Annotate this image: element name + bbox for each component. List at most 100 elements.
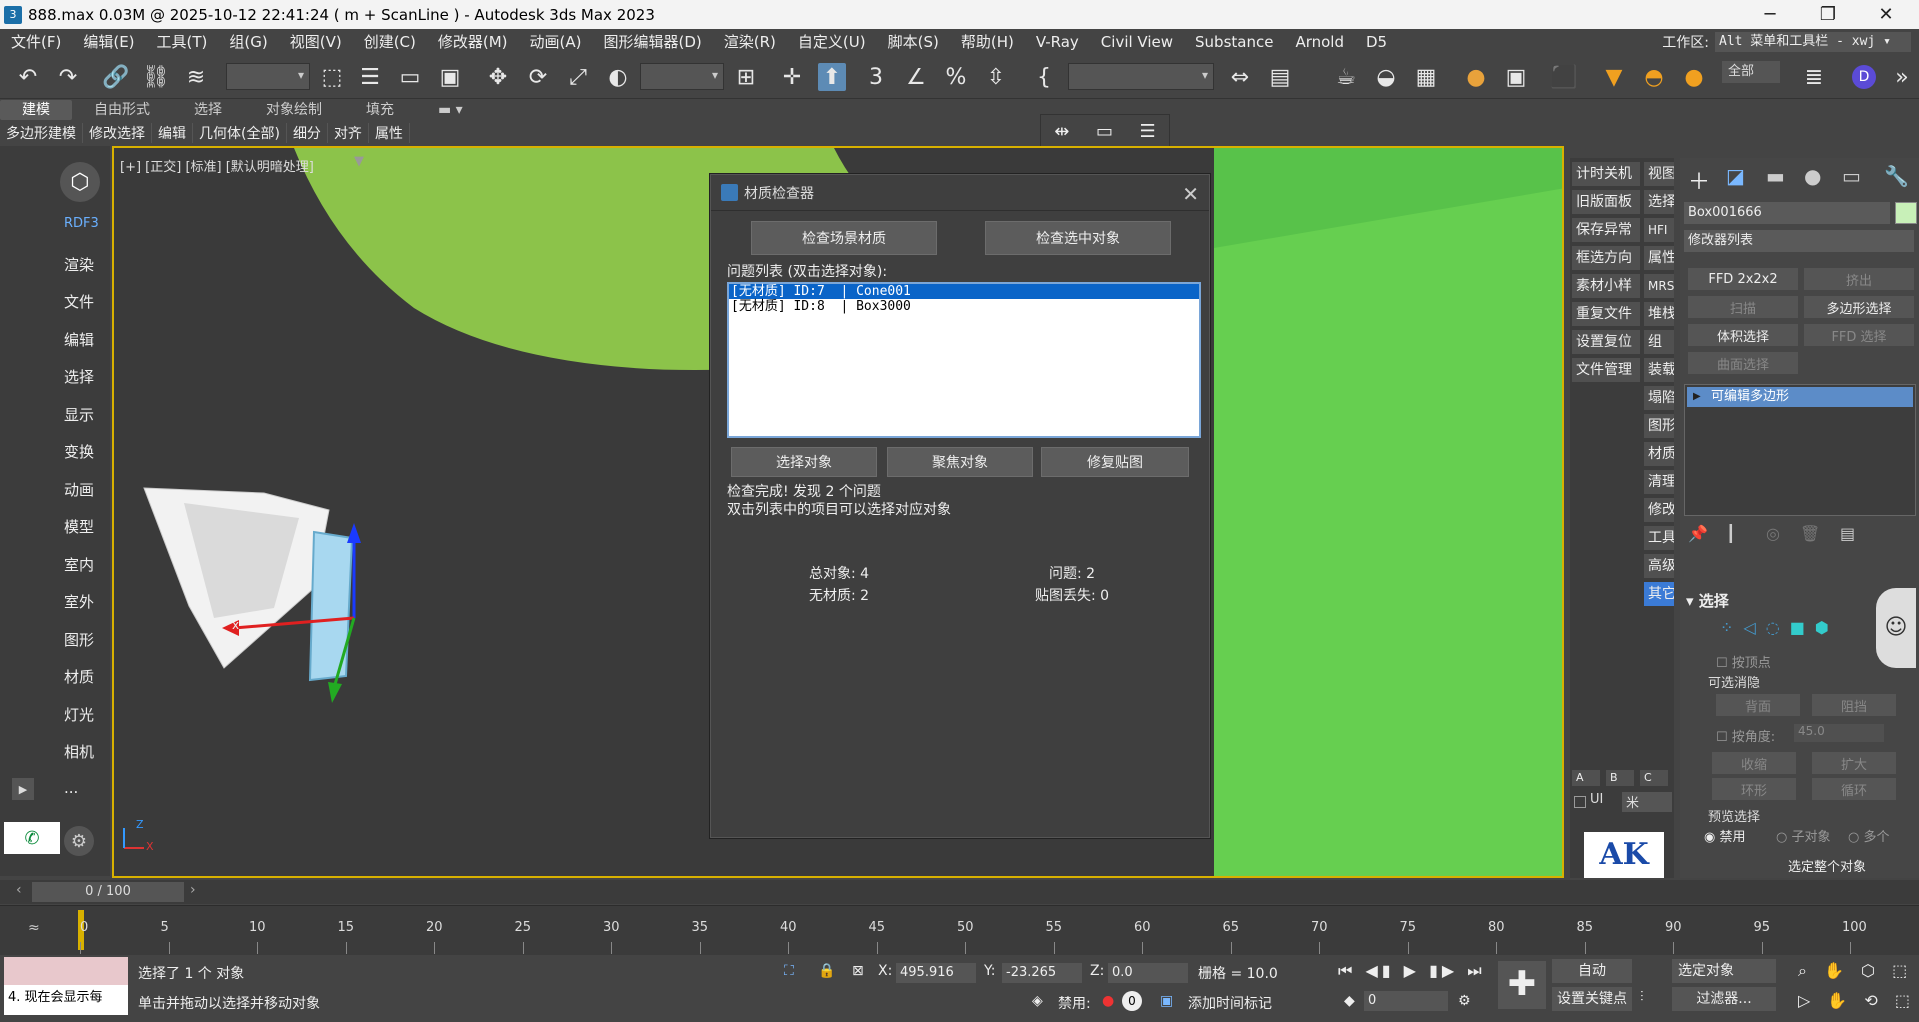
tab-populate[interactable]: 填充 <box>344 100 416 120</box>
selected-blue-box[interactable] <box>308 530 354 682</box>
angle-spinner[interactable]: 45.0 <box>1794 724 1884 742</box>
x-coord-field[interactable]: 495.916 <box>896 963 976 983</box>
ribbon-align[interactable]: 对齐 <box>328 123 369 143</box>
spinner-snap-icon[interactable]: ⇳ <box>982 63 1010 91</box>
menu-vray[interactable]: V-Ray <box>1025 33 1090 51</box>
surface-select-button[interactable]: 曲面选择 <box>1688 352 1798 374</box>
left-item-render[interactable]: 渲染 <box>64 254 94 275</box>
teapot-icon[interactable]: ☕ <box>1332 63 1360 91</box>
volume-select-button[interactable]: 体积选择 <box>1688 324 1798 346</box>
ribbon-subdivision[interactable]: 细分 <box>287 123 328 143</box>
strip-c-button[interactable]: C <box>1640 770 1668 786</box>
ruler-icon[interactable]: ▭ <box>1096 121 1113 142</box>
strip-file-manager[interactable]: 文件管理 <box>1572 358 1640 382</box>
ribbon-edit[interactable]: 编辑 <box>152 123 193 143</box>
expand-toolbar-icon[interactable]: » <box>1888 63 1916 91</box>
reference-coord-dropdown[interactable] <box>640 63 724 90</box>
set-key-button[interactable]: 设置关键点 <box>1552 987 1632 1011</box>
strip-view[interactable]: 视图 <box>1644 162 1674 186</box>
left-item-display[interactable]: 显示 <box>64 404 94 425</box>
vertex-level-icon[interactable]: ⁘ <box>1720 618 1733 640</box>
menu-help[interactable]: 帮助(H) <box>950 31 1025 52</box>
render-frame-icon[interactable]: ⬛ <box>1550 63 1578 91</box>
strip-b-button[interactable]: B <box>1606 770 1634 786</box>
stack-expand-icon[interactable]: ▶ <box>1693 391 1701 402</box>
add-time-tag[interactable]: 添加时间标记 <box>1188 993 1272 1013</box>
utilities-tab-icon[interactable]: 🔧 <box>1884 164 1909 188</box>
listener-input[interactable]: 4. 现在会显示每 <box>4 985 128 1011</box>
left-item-model[interactable]: 模型 <box>64 516 94 537</box>
menu-arnold[interactable]: Arnold <box>1284 33 1355 51</box>
left-item-transform[interactable]: 变换 <box>64 441 94 462</box>
track-bar[interactable]: ≈ 0 5 10 15 20 25 30 35 40 45 50 55 60 65 70 75 80 85 90 95… <box>0 905 1919 955</box>
list-item[interactable]: [无材质] ID:8 | Box3000 <box>729 299 1199 314</box>
check-scene-materials-button[interactable]: 检查场景材质 <box>751 221 937 255</box>
issue-list[interactable]: [无材质] ID:7 | Cone001 [无材质] ID:8 | Box300… <box>727 282 1201 438</box>
sweep-button[interactable]: 扫描 <box>1688 296 1798 318</box>
green-box[interactable] <box>1214 148 1564 878</box>
by-angle-checkbox[interactable]: ☐ 按角度: <box>1716 726 1775 745</box>
menu-scripting[interactable]: 脚本(S) <box>877 31 950 52</box>
dialog-close-icon[interactable]: ✕ <box>1182 182 1199 206</box>
maximize-button[interactable]: ❐ <box>1800 0 1856 29</box>
menu-modifiers[interactable]: 修改器(M) <box>427 31 519 52</box>
left-item-animation[interactable]: 动画 <box>64 479 94 500</box>
auto-key-button[interactable]: 自动 <box>1552 959 1632 983</box>
time-slider-prev-icon[interactable]: ‹ <box>16 882 22 898</box>
shrink-button[interactable]: 收缩 <box>1712 752 1796 774</box>
selection-rollout-title[interactable]: ▾ 选择 <box>1686 590 1729 611</box>
place-icon[interactable]: ◐ <box>604 63 632 91</box>
schematic-view-icon[interactable]: ▦ <box>1412 63 1440 91</box>
remove-modifier-icon[interactable]: 🗑 <box>1800 524 1820 543</box>
z-coord-field[interactable]: 0.0 <box>1108 963 1188 983</box>
ffd-select-button[interactable]: FFD 选择 <box>1804 324 1914 346</box>
preview-subobject-radio[interactable]: ○ 子对象 <box>1776 826 1831 845</box>
strip-tools[interactable]: 工具 <box>1644 526 1674 550</box>
strip-advanced[interactable]: 高级 <box>1644 554 1674 578</box>
dialog-title-bar[interactable]: 材质检查器 <box>711 175 1209 211</box>
border-level-icon[interactable]: ◌ <box>1766 618 1780 640</box>
tab-selection[interactable]: 选择 <box>172 100 244 120</box>
viewport-nav-bottom[interactable]: ▷ ✋ ⟲ ⬚ <box>1798 991 1916 1010</box>
edge-level-icon[interactable]: ◁ <box>1743 618 1755 640</box>
strip-hfi[interactable]: HFI <box>1644 218 1674 242</box>
current-frame-field[interactable]: 0 <box>1364 991 1448 1011</box>
snaps-icon[interactable]: 3 <box>862 63 890 91</box>
show-end-result-icon[interactable]: ┃ <box>1726 524 1736 543</box>
backface-button[interactable]: 背面 <box>1716 694 1800 716</box>
modify-tab-icon[interactable]: ◪ <box>1726 164 1745 188</box>
ring-button[interactable]: 环形 <box>1712 778 1796 800</box>
gizmo-z-arrow[interactable] <box>347 523 361 543</box>
menu-customize[interactable]: 自定义(U) <box>787 31 877 52</box>
left-item-exterior[interactable]: 室外 <box>64 591 94 612</box>
left-item-material[interactable]: 材质 <box>64 666 94 687</box>
menu-view[interactable]: 视图(V) <box>279 31 353 52</box>
menu-graph-editors[interactable]: 图形编辑器(D) <box>593 31 713 52</box>
modifier-list-dropdown[interactable]: 修改器列表 <box>1684 230 1914 252</box>
rotate-icon[interactable]: ⟳ <box>524 63 552 91</box>
material-editor-icon[interactable]: ● <box>1462 63 1490 91</box>
select-object-icon[interactable]: ⬚ <box>318 63 346 91</box>
render-lamp-icon[interactable]: ▼ <box>1600 63 1628 91</box>
unlink-icon[interactable]: ⛓ <box>142 63 170 91</box>
element-level-icon[interactable]: ⬢ <box>1815 618 1829 640</box>
left-item-interior[interactable]: 室内 <box>64 554 94 575</box>
strip-properties[interactable]: 属性 <box>1644 246 1674 270</box>
curve-editor-toggle-icon[interactable]: ≈ <box>28 920 40 936</box>
playback-controls[interactable]: ⏮ ◀▮ ▶ ▮▶ ⏭ <box>1338 961 1486 981</box>
time-slider-frame[interactable]: 0 / 100 <box>32 882 184 902</box>
ribbon-modify-selection[interactable]: 修改选择 <box>83 123 152 143</box>
cube-logo-icon[interactable]: ⬡ <box>60 162 100 202</box>
hierarchy-tab-icon[interactable]: ▬ <box>1766 164 1785 188</box>
y-coord-field[interactable]: -23.265 <box>1002 963 1082 983</box>
close-button[interactable]: ✕ <box>1858 0 1914 29</box>
align-icon[interactable]: ▤ <box>1266 63 1294 91</box>
strip-save-error[interactable]: 保存异常 <box>1572 218 1640 242</box>
strip-material-sample[interactable]: 素材小样 <box>1572 274 1640 298</box>
strip-select[interactable]: 选择 <box>1644 190 1674 214</box>
strip-reset-settings[interactable]: 设置复位 <box>1572 330 1640 354</box>
strip-collapse[interactable]: 塌陷 <box>1644 386 1674 410</box>
key-filter-icon[interactable]: ⫶ <box>1640 989 1644 1005</box>
set-key-big-icon[interactable]: ✚ <box>1498 961 1546 1009</box>
menu-group[interactable]: 组(G) <box>218 31 278 52</box>
